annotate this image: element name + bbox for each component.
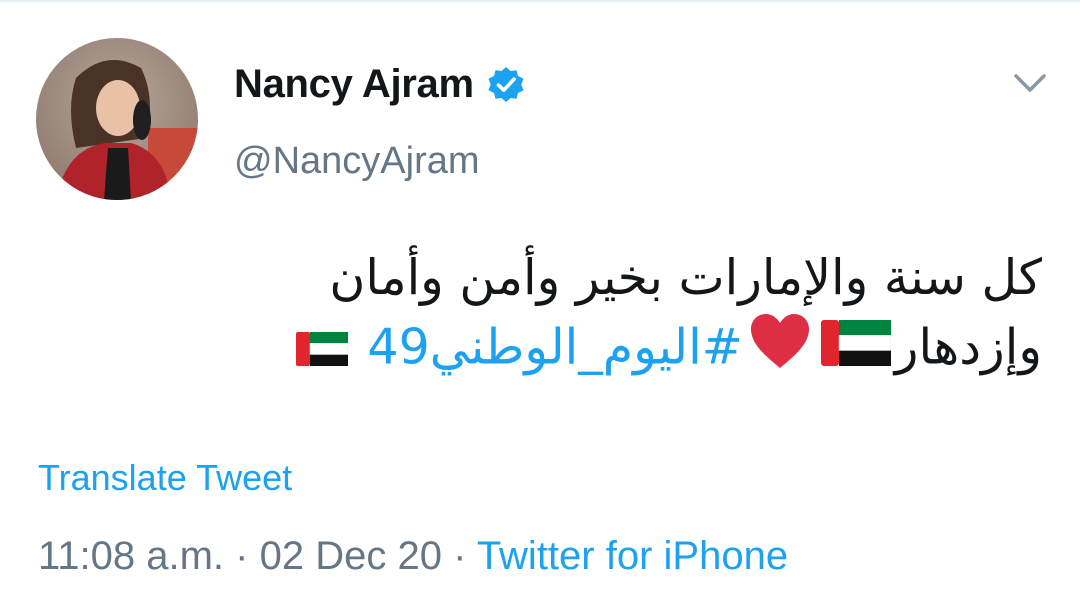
meta-separator: · bbox=[453, 534, 467, 578]
tweet-card: Nancy Ajram @NancyAjram كل سنة والإمارات… bbox=[0, 0, 1080, 612]
tweet-text-line-1: كل سنة والإمارات بخير وأمن وأمان bbox=[329, 249, 1042, 306]
tweet-text-line-2: وإزدهار #اليوم_الوطني49 bbox=[162, 312, 1042, 388]
meta-separator: · bbox=[235, 534, 249, 578]
tweet-date[interactable]: 02 Dec 20 bbox=[260, 534, 442, 578]
chevron-down-icon[interactable] bbox=[1008, 66, 1052, 102]
user-handle[interactable]: @NancyAjram bbox=[234, 140, 480, 183]
translate-tweet-link[interactable]: Translate Tweet bbox=[38, 457, 292, 499]
top-divider bbox=[0, 0, 1080, 2]
hashtag-link[interactable]: #اليوم_الوطني49 bbox=[367, 319, 742, 376]
avatar[interactable] bbox=[36, 38, 198, 200]
uae-flag-icon bbox=[295, 316, 349, 384]
tweet-text: كل سنة والإمارات بخير وأمن وأمان وإزدهار… bbox=[162, 244, 1042, 388]
tweet-source-link[interactable]: Twitter for iPhone bbox=[477, 534, 788, 578]
verified-badge-icon bbox=[486, 65, 526, 105]
tweet-text-word: وإزدهار bbox=[894, 318, 1042, 376]
tweet-time[interactable]: 11:08 a.m. bbox=[38, 534, 224, 578]
red-heart-icon bbox=[749, 312, 811, 388]
display-name[interactable]: Nancy Ajram bbox=[234, 62, 526, 107]
uae-flag-icon bbox=[820, 316, 892, 384]
display-name-text[interactable]: Nancy Ajram bbox=[234, 62, 474, 107]
tweet-metadata: 11:08 a.m. · 02 Dec 20 · Twitter for iPh… bbox=[38, 534, 788, 579]
